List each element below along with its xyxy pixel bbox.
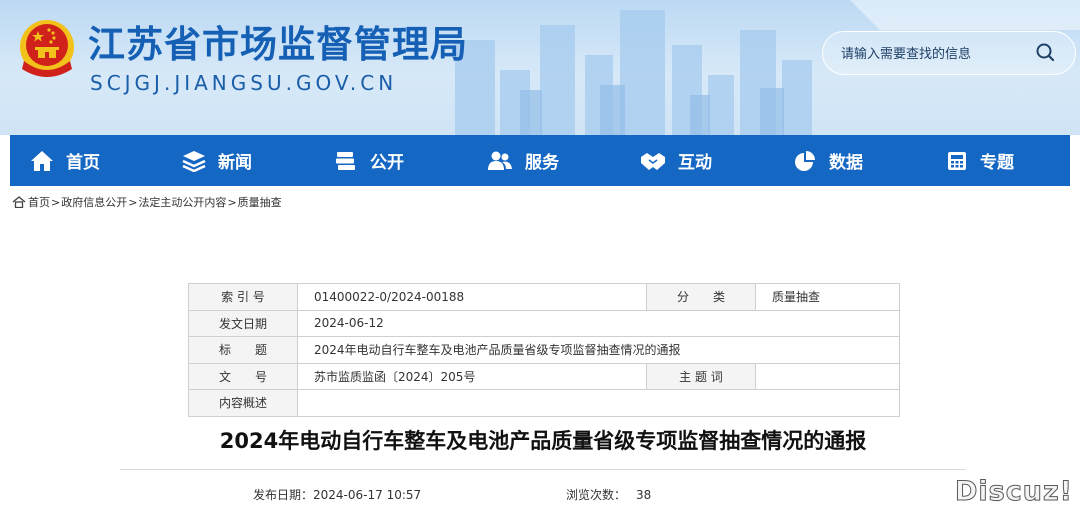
title-divider bbox=[120, 469, 966, 470]
main-nav: 首页 新闻 公开 服务 互动 数据 专题 bbox=[10, 135, 1070, 186]
table-row: 标 题 2024年电动自行车整车及电池产品质量省级专项监督抽查情况的通报 bbox=[188, 336, 900, 364]
title-label: 标 题 bbox=[188, 336, 298, 364]
breadcrumb-separator: > bbox=[227, 195, 237, 209]
nav-item-home[interactable]: 首页 bbox=[30, 135, 100, 186]
breadcrumb: 首页 > 政府信息公开 > 法定主动公开内容 > 质量抽查 bbox=[12, 194, 282, 210]
summary-value bbox=[297, 389, 900, 417]
breadcrumb-link-quality-check[interactable]: 质量抽查 bbox=[238, 194, 282, 210]
document-number-label: 文 号 bbox=[188, 362, 298, 390]
publish-date-value: 2024-06-17 10:57 bbox=[313, 488, 422, 502]
nav-item-label: 新闻 bbox=[218, 153, 252, 173]
pie-chart-icon bbox=[795, 150, 815, 171]
document-number-value: 苏市监质监函〔2024〕205号 bbox=[297, 362, 647, 390]
site-title: 江苏省市场监督管理局 bbox=[88, 23, 468, 66]
nav-item-service[interactable]: 服务 bbox=[487, 135, 559, 186]
view-count: 浏览次数： 38 bbox=[566, 486, 651, 503]
nav-item-label: 公开 bbox=[370, 153, 404, 173]
index-number-value: 01400022-0/2024-00188 bbox=[297, 283, 647, 311]
search-box bbox=[822, 31, 1076, 75]
home-icon bbox=[31, 150, 53, 171]
table-row: 索 引 号 01400022-0/2024-00188 分 类 质量抽查 bbox=[188, 283, 900, 311]
breadcrumb-link-legal-content[interactable]: 法定主动公开内容 bbox=[138, 194, 226, 210]
breadcrumb-link-gov-info[interactable]: 政府信息公开 bbox=[61, 194, 127, 210]
nav-item-topics[interactable]: 专题 bbox=[946, 135, 1014, 186]
nav-item-data[interactable]: 数据 bbox=[793, 135, 863, 186]
search-icon bbox=[1036, 43, 1055, 62]
nav-item-news[interactable]: 新闻 bbox=[182, 135, 252, 186]
breadcrumb-link-home[interactable]: 首页 bbox=[28, 194, 50, 210]
home-icon bbox=[12, 196, 26, 208]
nav-item-label: 首页 bbox=[66, 153, 100, 173]
title-value: 2024年电动自行车整车及电池产品质量省级专项监督抽查情况的通报 bbox=[297, 336, 900, 364]
view-count-value: 38 bbox=[636, 488, 652, 502]
issue-date-label: 发文日期 bbox=[188, 309, 298, 337]
national-emblem-icon bbox=[20, 20, 74, 77]
breadcrumb-separator: > bbox=[128, 195, 138, 209]
nav-item-open[interactable]: 公开 bbox=[334, 135, 404, 186]
summary-label: 内容概述 bbox=[188, 389, 298, 417]
publish-date-label: 发布日期： bbox=[253, 488, 314, 502]
view-count-label: 浏览次数： bbox=[566, 488, 627, 502]
category-value: 质量抽查 bbox=[755, 283, 900, 311]
nav-item-interact[interactable]: 互动 bbox=[640, 135, 712, 186]
search-input[interactable] bbox=[839, 41, 1033, 67]
users-icon bbox=[488, 151, 512, 170]
breadcrumb-separator: > bbox=[51, 195, 61, 209]
nav-item-label: 服务 bbox=[525, 153, 559, 173]
site-header: 江苏省市场监督管理局 SCJGJ.JIANGSU.GOV.CN bbox=[0, 0, 1080, 135]
issue-date-value: 2024-06-12 bbox=[297, 309, 900, 337]
discuz-watermark: Discuz! bbox=[955, 476, 1073, 508]
index-number-label: 索 引 号 bbox=[188, 283, 298, 311]
keywords-value bbox=[755, 362, 900, 390]
calculator-icon bbox=[948, 151, 966, 170]
nav-item-label: 数据 bbox=[829, 153, 863, 173]
article-title: 2024年电动自行车整车及电池产品质量省级专项监督抽查情况的通报 bbox=[219, 429, 867, 453]
layers-icon bbox=[182, 150, 206, 172]
nav-item-label: 互动 bbox=[678, 153, 712, 173]
search-button[interactable] bbox=[1031, 39, 1061, 67]
handshake-icon bbox=[641, 152, 665, 170]
books-icon bbox=[336, 151, 355, 170]
table-row: 发文日期 2024-06-12 bbox=[188, 309, 900, 337]
site-domain: SCJGJ.JIANGSU.GOV.CN bbox=[90, 71, 398, 95]
table-row: 文 号 苏市监质监函〔2024〕205号 主 题 词 bbox=[188, 362, 900, 390]
publish-date: 发布日期：2024-06-17 10:57 bbox=[253, 486, 421, 503]
table-row: 内容概述 bbox=[188, 389, 900, 417]
category-label: 分 类 bbox=[646, 283, 756, 311]
keywords-label: 主 题 词 bbox=[646, 362, 756, 390]
nav-item-label: 专题 bbox=[980, 153, 1014, 173]
document-meta-table: 索 引 号 01400022-0/2024-00188 分 类 质量抽查 发文日… bbox=[188, 283, 900, 417]
